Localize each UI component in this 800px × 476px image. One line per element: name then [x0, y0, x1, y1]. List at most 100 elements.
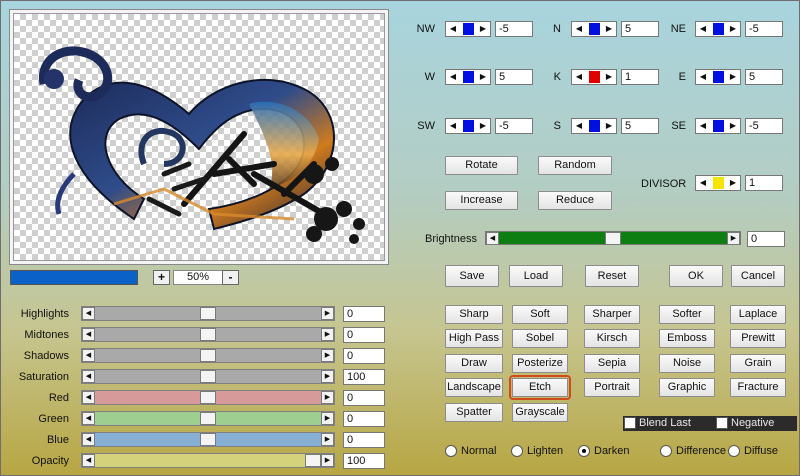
blend-last-checkbox[interactable]: Blend Last — [623, 416, 715, 431]
opacity-thumb[interactable] — [305, 454, 321, 467]
arrow-left-icon[interactable]: ◀ — [574, 23, 584, 35]
arrow-right-icon[interactable]: ▶ — [728, 23, 738, 35]
arrow-left-icon[interactable]: ◀ — [698, 71, 708, 83]
reset-button[interactable]: Reset — [585, 265, 639, 287]
sw-value-field[interactable]: -5 — [495, 118, 533, 134]
random-button[interactable]: Random — [538, 156, 612, 175]
arrow-left-icon[interactable]: ◀ — [698, 120, 708, 132]
radio-circle[interactable] — [728, 445, 740, 457]
s-value-field[interactable]: 5 — [621, 118, 659, 134]
highlights-slider[interactable]: ◀ ▶ — [81, 306, 335, 321]
highlights-value-field[interactable]: 0 — [343, 306, 385, 322]
preset-grain-button[interactable]: Grain — [730, 354, 786, 373]
arrow-right-icon[interactable]: ▶ — [727, 232, 740, 245]
arrow-right-icon[interactable]: ▶ — [321, 349, 334, 362]
brightness-value-field[interactable]: 0 — [747, 231, 785, 247]
arrow-left-icon[interactable]: ◀ — [82, 412, 95, 425]
ne-spinner[interactable]: ◀ ▶ — [695, 21, 741, 37]
midtones-slider[interactable]: ◀ ▶ — [81, 327, 335, 342]
arrow-left-icon[interactable]: ◀ — [448, 71, 458, 83]
arrow-left-icon[interactable]: ◀ — [698, 23, 708, 35]
arrow-left-icon[interactable]: ◀ — [82, 454, 95, 467]
arrow-right-icon[interactable]: ▶ — [321, 307, 334, 320]
radio-circle[interactable] — [445, 445, 457, 457]
preset-fracture-button[interactable]: Fracture — [730, 378, 786, 397]
saturation-slider[interactable]: ◀ ▶ — [81, 369, 335, 384]
preset-high-pass-button[interactable]: High Pass — [445, 329, 503, 348]
brightness-thumb[interactable] — [605, 232, 621, 245]
w-spinner[interactable]: ◀ ▶ — [445, 69, 491, 85]
arrow-left-icon[interactable]: ◀ — [82, 433, 95, 446]
blend-normal-radio[interactable]: Normal — [445, 443, 496, 459]
arrow-right-icon[interactable]: ▶ — [321, 433, 334, 446]
arrow-right-icon[interactable]: ▶ — [728, 120, 738, 132]
blend-diffuse-radio[interactable]: Diffuse — [728, 443, 778, 459]
preset-sepia-button[interactable]: Sepia — [584, 354, 640, 373]
preset-kirsch-button[interactable]: Kirsch — [584, 329, 640, 348]
load-button[interactable]: Load — [509, 265, 563, 287]
cancel-button[interactable]: Cancel — [731, 265, 785, 287]
blend-difference-radio[interactable]: Difference — [660, 443, 726, 459]
divisor-spinner[interactable]: ◀ ▶ — [695, 175, 741, 191]
blend-darken-radio[interactable]: Darken — [578, 443, 629, 459]
blue-value-field[interactable]: 0 — [343, 432, 385, 448]
preset-posterize-button[interactable]: Posterize — [512, 354, 568, 373]
preset-prewitt-button[interactable]: Prewitt — [730, 329, 786, 348]
rotate-button[interactable]: Rotate — [445, 156, 518, 175]
arrow-right-icon[interactable]: ▶ — [604, 71, 614, 83]
preset-graphic-button[interactable]: Graphic — [659, 378, 715, 397]
preview-canvas[interactable] — [13, 13, 385, 261]
zoom-out-button[interactable]: - — [222, 270, 239, 285]
green-value-field[interactable]: 0 — [343, 411, 385, 427]
s-spinner[interactable]: ◀ ▶ — [571, 118, 617, 134]
arrow-left-icon[interactable]: ◀ — [574, 120, 584, 132]
preset-portrait-button[interactable]: Portrait — [584, 378, 640, 397]
k-spinner[interactable]: ◀ ▶ — [571, 69, 617, 85]
preset-emboss-button[interactable]: Emboss — [659, 329, 715, 348]
arrow-left-icon[interactable]: ◀ — [448, 120, 458, 132]
radio-circle[interactable] — [511, 445, 523, 457]
ne-value-field[interactable]: -5 — [745, 21, 783, 37]
shadows-value-field[interactable]: 0 — [343, 348, 385, 364]
arrow-left-icon[interactable]: ◀ — [574, 71, 584, 83]
se-spinner[interactable]: ◀ ▶ — [695, 118, 741, 134]
arrow-right-icon[interactable]: ▶ — [321, 328, 334, 341]
arrow-left-icon[interactable]: ◀ — [698, 177, 708, 189]
opacity-value-field[interactable]: 100 — [343, 453, 385, 469]
red-slider[interactable]: ◀ ▶ — [81, 390, 335, 405]
w-value-field[interactable]: 5 — [495, 69, 533, 85]
preset-noise-button[interactable]: Noise — [659, 354, 715, 373]
midtones-value-field[interactable]: 0 — [343, 327, 385, 343]
arrow-right-icon[interactable]: ▶ — [728, 71, 738, 83]
arrow-left-icon[interactable]: ◀ — [486, 232, 499, 245]
k-value-field[interactable]: 1 — [621, 69, 659, 85]
preset-etch-button[interactable]: Etch — [509, 375, 571, 400]
arrow-left-icon[interactable]: ◀ — [82, 391, 95, 404]
green-thumb[interactable] — [200, 412, 216, 425]
n-spinner[interactable]: ◀ ▶ — [571, 21, 617, 37]
arrow-left-icon[interactable]: ◀ — [448, 23, 458, 35]
radio-circle[interactable] — [660, 445, 672, 457]
red-value-field[interactable]: 0 — [343, 390, 385, 406]
blue-thumb[interactable] — [200, 433, 216, 446]
preset-sobel-button[interactable]: Sobel — [512, 329, 568, 348]
preset-sharper-button[interactable]: Sharper — [584, 305, 640, 324]
preset-sharp-button[interactable]: Sharp — [445, 305, 503, 324]
arrow-right-icon[interactable]: ▶ — [321, 391, 334, 404]
negative-checkbox[interactable]: Negative — [715, 416, 797, 431]
n-value-field[interactable]: 5 — [621, 21, 659, 37]
e-value-field[interactable]: 5 — [745, 69, 783, 85]
preset-softer-button[interactable]: Softer — [659, 305, 715, 324]
reduce-button[interactable]: Reduce — [538, 191, 612, 210]
e-spinner[interactable]: ◀ ▶ — [695, 69, 741, 85]
zoom-in-button[interactable]: + — [153, 270, 170, 285]
radio-circle[interactable] — [578, 445, 590, 457]
saturation-value-field[interactable]: 100 — [343, 369, 385, 385]
sw-spinner[interactable]: ◀ ▶ — [445, 118, 491, 134]
ok-button[interactable]: OK — [669, 265, 723, 287]
preset-grayscale-button[interactable]: Grayscale — [512, 403, 568, 422]
nw-spinner[interactable]: ◀ ▶ — [445, 21, 491, 37]
midtones-thumb[interactable] — [200, 328, 216, 341]
divisor-value-field[interactable]: 1 — [745, 175, 783, 191]
nw-value-field[interactable]: -5 — [495, 21, 533, 37]
